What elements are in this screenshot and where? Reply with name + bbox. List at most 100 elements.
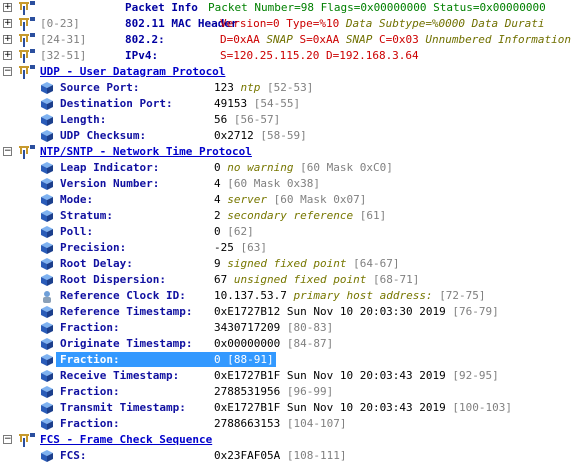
field-cube-icon — [41, 178, 53, 190]
value-text: 0x00000000 — [214, 337, 281, 350]
field-cube-icon — [41, 370, 53, 382]
field-value: 0 [62] — [214, 224, 254, 240]
ntp-field-row[interactable]: Precision: -25 [63] — [0, 240, 580, 256]
summary-part: S=0xAA — [299, 33, 346, 46]
header-name: IPv4: — [125, 49, 159, 62]
ntp-field-row[interactable]: Root Dispersion: 67 unsigned fixed point … — [0, 272, 580, 288]
collapse-button[interactable]: − — [3, 67, 12, 76]
packet-decode-tree: + Packet Info Packet Number=98 Flags=0x000… — [0, 0, 580, 471]
field-value: 2 secondary reference [61] — [214, 208, 386, 224]
field-cube-icon — [41, 210, 53, 222]
summary-part: D=0xAA — [220, 33, 267, 46]
value-text: 49153 — [214, 97, 248, 110]
field-cube-icon — [41, 130, 53, 142]
ntp-field-row[interactable]: Stratum: 2 secondary reference [61] — [0, 208, 580, 224]
header-row[interactable]: + Packet Info Packet Number=98 Flags=0x000… — [0, 0, 580, 16]
byte-range: [61] — [359, 209, 387, 222]
ntp-field-row[interactable]: Poll: 0 [62] — [0, 224, 580, 240]
field-value: 0xE1727B12 Sun Nov 10 20:03:30 2019 [76-… — [214, 304, 499, 320]
field-value: 56 [56-57] — [214, 112, 280, 128]
header-row[interactable]: + [32-51] IPv4: S=120.25.115.20 D=192.168.3… — [0, 48, 580, 64]
udp-section-header[interactable]: − UDP - User Datagram Protocol — [0, 64, 580, 80]
field-cube-icon — [41, 274, 53, 286]
field-cube-icon — [41, 226, 53, 238]
ntp-field-row[interactable]: Root Delay: 9 signed fixed point [64-67] — [0, 256, 580, 272]
ntp-field-row[interactable]: Transmit Timestamp: 0xE1727B1F Sun Nov 10… — [0, 400, 580, 416]
value-description: ntp — [240, 81, 261, 94]
field-name: FCS: — [60, 449, 87, 462]
field-cube-icon — [41, 306, 53, 318]
udp-field-row[interactable]: UDP Checksum: 0x2712 [58-59] — [0, 128, 580, 144]
ntp-field-row[interactable]: Reference Timestamp: 0xE1727B12 Sun Nov 1… — [0, 304, 580, 320]
ntp-field-row[interactable]: Reference Clock ID: 10.137.53.7 primary h… — [0, 288, 580, 304]
expand-button[interactable]: + — [3, 19, 12, 28]
field-name: Root Dispersion: — [60, 273, 166, 286]
udp-field-row[interactable]: Source Port: 123 ntp [52-53] — [0, 80, 580, 96]
value-text: 0xE1727B12 Sun Nov 10 20:03:30 2019 — [214, 305, 446, 318]
field-name: Fraction: — [60, 321, 120, 334]
value-text: 0 — [214, 353, 221, 366]
fcs-section-header[interactable]: − FCS - Frame Check Sequence — [0, 432, 580, 448]
byte-range: [104-107] — [286, 417, 347, 430]
field-value: 3430717209 [80-83] — [214, 320, 333, 336]
collapse-button[interactable]: − — [3, 147, 12, 156]
field-value: -25 [63] — [214, 240, 267, 256]
byte-range: [54-55] — [253, 97, 301, 110]
field-name: Fraction: — [60, 353, 120, 366]
field-value: 0x2712 [58-59] — [214, 128, 307, 144]
summary-part: Unnumbered Information — [425, 33, 572, 46]
ntp-field-row[interactable]: Fraction: 2788663153 [104-107] — [0, 416, 580, 432]
field-name: Version Number: — [60, 177, 160, 190]
value-text: 67 — [214, 273, 228, 286]
protocol-icon — [16, 16, 38, 32]
udp-field-row[interactable]: Destination Port: 49153 [54-55] — [0, 96, 580, 112]
byte-range: [108-111] — [286, 449, 347, 462]
field-value: 10.137.53.7 primary host address: [72-75… — [214, 288, 486, 304]
value-text: 2788531956 — [214, 385, 281, 398]
value-text: 0 — [214, 161, 221, 174]
collapse-button[interactable]: − — [3, 435, 12, 444]
header-row[interactable]: + [0-23] 802.11 MAC Header Version=0 Type=%… — [0, 16, 580, 32]
field-cube-icon — [41, 242, 53, 254]
byte-range: [64-67] — [353, 257, 400, 270]
field-name: Poll: — [60, 225, 94, 238]
summary-part: SNAP — [345, 33, 379, 46]
header-row[interactable]: + [24-31] 802.2: D=0xAA SNAP S=0xAA SNAP C=… — [0, 32, 580, 48]
value-text: 2788663153 — [214, 417, 281, 430]
header-summary: S=120.25.115.20 D=192.168.3.64 — [220, 48, 419, 64]
field-value: 0x23FAF05A [108-111] — [214, 448, 346, 464]
byte-range: [72-75] — [439, 289, 486, 302]
expand-button[interactable]: + — [3, 3, 12, 12]
ntp-field-row[interactable]: Leap Indicator: 0 no warning [60 Mask 0xC… — [0, 160, 580, 176]
field-value: 0xE1727B1F Sun Nov 10 20:03:43 2019 [100… — [214, 400, 512, 416]
ntp-field-row[interactable]: Mode: 4 server [60 Mask 0x07] — [0, 192, 580, 208]
person-icon — [41, 290, 53, 303]
expand-button[interactable]: + — [3, 51, 12, 60]
field-cube-icon — [41, 386, 53, 398]
expand-button[interactable]: + — [3, 35, 12, 44]
header-range: [32-51] — [40, 49, 87, 62]
field-value: 0xE1727B1F Sun Nov 10 20:03:43 2019 [92-… — [214, 368, 499, 384]
summary-part: SNAP — [266, 33, 300, 46]
header-summary: D=0xAA SNAP S=0xAA SNAP C=0x03 Unnumbere… — [220, 32, 571, 48]
ntp-field-row[interactable]: Receive Timestamp: 0xE1727B1F Sun Nov 10 … — [0, 368, 580, 384]
ntp-section-header[interactable]: − NTP/SNTP - Network Time Protocol — [0, 144, 580, 160]
summary-part: Version=0 Type=%10 — [220, 17, 346, 30]
ntp-field-row[interactable]: Fraction: 0 [88-91] — [0, 352, 580, 368]
byte-range: [80-83] — [286, 321, 334, 334]
field-name: Reference Clock ID: — [60, 289, 186, 302]
ntp-field-row[interactable]: Version Number: 4 [60 Mask 0x38] — [0, 176, 580, 192]
udp-field-row[interactable]: Length: 56 [56-57] — [0, 112, 580, 128]
field-value: 67 unsigned fixed point [68-71] — [214, 272, 419, 288]
field-value: 0 [88-91] — [214, 352, 274, 368]
fcs-field-row[interactable]: FCS: 0x23FAF05A [108-111] — [0, 448, 580, 464]
value-text: 0x2712 — [214, 129, 254, 142]
header-range: [24-31] — [40, 33, 87, 46]
header-name: 802.2: — [125, 33, 165, 46]
ntp-field-row[interactable]: Originate Timestamp: 0x00000000 [84-87] — [0, 336, 580, 352]
field-value: 4 server [60 Mask 0x07] — [214, 192, 366, 208]
value-text: 56 — [214, 113, 228, 126]
udp-section-title: UDP - User Datagram Protocol — [40, 65, 226, 78]
ntp-field-row[interactable]: Fraction: 3430717209 [80-83] — [0, 320, 580, 336]
ntp-field-row[interactable]: Fraction: 2788531956 [96-99] — [0, 384, 580, 400]
